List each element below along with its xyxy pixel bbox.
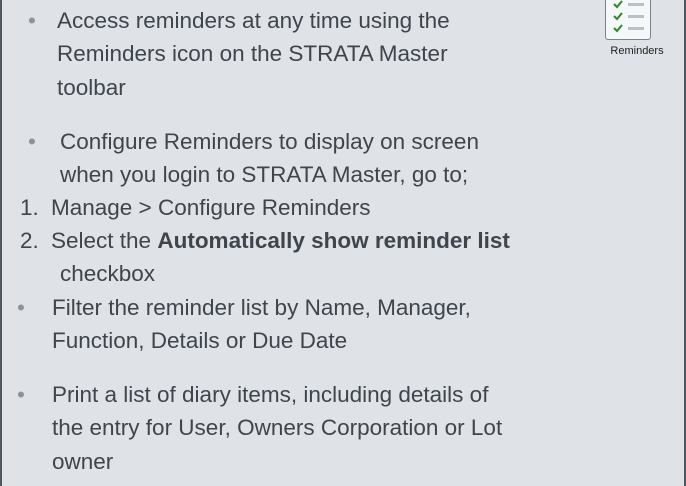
reminders-help-panel: • Access reminders at any time using the… bbox=[0, 0, 686, 486]
bullet-text-line: when you login to STRATA Master, go to; bbox=[60, 162, 469, 187]
step-number: 1. bbox=[20, 195, 39, 220]
bullet-text-line: Function, Details or Due Date bbox=[52, 328, 348, 353]
reminders-toolbar-button[interactable]: Reminders bbox=[594, 0, 680, 66]
step-number: 2. bbox=[20, 228, 39, 253]
bullet-marker: • bbox=[17, 382, 25, 407]
bullet-text-line: owner bbox=[52, 449, 114, 474]
setting-name: Automatically show reminder list bbox=[157, 228, 510, 253]
bullet-text-line: Reminders icon on the STRATA Master bbox=[57, 41, 448, 66]
bullet-text-line: Configure Reminders to display on screen bbox=[60, 129, 479, 154]
bullet-text-line: toolbar bbox=[57, 75, 126, 100]
step-text-continuation: checkbox bbox=[60, 261, 156, 286]
reminders-icon-caption: Reminders bbox=[610, 45, 664, 57]
bullet-text-line: the entry for User, Owners Corporation o… bbox=[52, 415, 503, 440]
bullet-text-line: Print a list of diary items, including d… bbox=[52, 382, 489, 407]
step-text: Manage > Configure Reminders bbox=[51, 195, 371, 220]
bullet-marker: • bbox=[28, 8, 36, 33]
bullet-marker: • bbox=[28, 129, 36, 154]
step-text: Select the Automatically show reminder l… bbox=[51, 226, 510, 255]
bullet-text-line: Access reminders at any time using the bbox=[57, 8, 450, 33]
step-text-plain: Select the bbox=[51, 228, 158, 253]
bullet-text-line: Filter the reminder list by Name, Manage… bbox=[52, 295, 471, 320]
checklist-icon bbox=[605, 0, 651, 40]
bullet-marker: • bbox=[17, 295, 25, 320]
